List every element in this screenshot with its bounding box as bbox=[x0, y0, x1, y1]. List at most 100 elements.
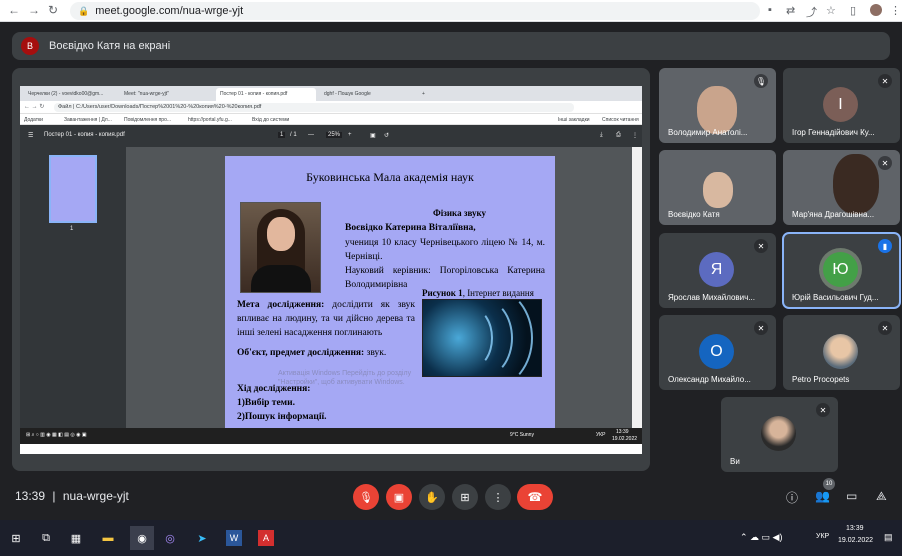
reload-icon[interactable]: ↻ bbox=[48, 3, 58, 17]
participant-tile[interactable]: 🎙 Володимир Анатолі... bbox=[659, 68, 776, 143]
meeting-code[interactable]: nua-wrge-yjt bbox=[63, 489, 129, 503]
people-icon[interactable]: 👥 bbox=[815, 489, 830, 503]
taskbar-lang[interactable]: УКР bbox=[816, 533, 829, 540]
participant-name: Ярослав Михайлович... bbox=[668, 293, 755, 302]
pdf-filename: Постер 01 - копия - копия.pdf bbox=[44, 132, 125, 138]
camera-icon[interactable]: ▪ bbox=[768, 4, 772, 16]
activation-watermark: Активація Windows Перейдіть до розділу "… bbox=[278, 370, 412, 386]
menu-icon[interactable]: ⋮ bbox=[890, 4, 901, 17]
participant-name: Petro Procopets bbox=[792, 375, 850, 384]
forward-icon[interactable]: → bbox=[28, 3, 40, 17]
bookmark[interactable]: Вхід до системи bbox=[252, 117, 289, 123]
figure-caption-text: , Інтернет видання bbox=[462, 288, 534, 298]
participant-tile[interactable]: Воєвідко Катя bbox=[659, 150, 776, 225]
chrome-taskbar-icon[interactable]: ◉ bbox=[130, 526, 154, 550]
poster-subtitle: Фізика звуку bbox=[433, 208, 487, 218]
inner-time: 13:39 bbox=[616, 429, 629, 435]
word-icon[interactable]: W bbox=[226, 530, 242, 546]
inner-address-bar[interactable]: Файл | C:/Users/user/Downloads/Постер%20… bbox=[54, 103, 574, 112]
participant-tile-self[interactable]: ✕ Ви bbox=[721, 397, 838, 472]
bookmark[interactable]: Додатки bbox=[24, 117, 43, 123]
bookmark[interactable]: https://portal.yfu.g... bbox=[188, 117, 232, 123]
zoom-out-icon[interactable]: — bbox=[308, 132, 314, 138]
participant-tile[interactable]: О ✕ Олександр Михайло... bbox=[659, 315, 776, 390]
participant-photo bbox=[823, 334, 858, 369]
inner-tab[interactable]: Meet: "nua-wrge-yjt" bbox=[120, 88, 212, 101]
print-icon[interactable]: ⎙ bbox=[616, 132, 621, 139]
address-bar[interactable]: 🔒 meet.google.com/nua-wrge-yjt bbox=[70, 2, 760, 20]
leave-call-button[interactable]: ☎ bbox=[517, 484, 553, 510]
notifications-icon[interactable]: ▤ bbox=[884, 532, 893, 543]
activities-icon[interactable]: ⟁ bbox=[876, 489, 887, 504]
star-icon[interactable]: ☆ bbox=[826, 4, 836, 17]
new-tab-icon[interactable]: + bbox=[418, 88, 428, 101]
presenting-banner: В Воєвідко Катя на екрані bbox=[12, 32, 890, 60]
pdf-zoom[interactable]: 25% bbox=[326, 132, 343, 138]
pdf-menu-icon[interactable]: ☰ bbox=[28, 132, 33, 139]
participant-tile-speaking[interactable]: Ю ▮ Юрій Васильович Гуд... bbox=[782, 232, 901, 309]
chat-icon[interactable]: ▭ bbox=[846, 489, 857, 503]
presenter-avatar: В bbox=[21, 37, 39, 55]
present-button[interactable]: ⊞ bbox=[452, 484, 478, 510]
windows-start-icon[interactable]: ⊞ bbox=[8, 530, 24, 546]
inner-tab[interactable]: dghf - Пошук Google bbox=[320, 88, 412, 101]
viber-icon[interactable]: ◎ bbox=[162, 530, 178, 546]
mic-off-icon: ✕ bbox=[816, 403, 830, 417]
poster-page: Буковинська Мала академія наук Фізика зв… bbox=[225, 156, 555, 428]
meeting-time: 13:39 bbox=[15, 489, 46, 503]
participant-tile[interactable]: ✕ Мар'яна Драгошівна... bbox=[783, 150, 900, 225]
mic-off-icon: ✕ bbox=[878, 74, 892, 88]
more-icon: ⋮ bbox=[492, 491, 504, 504]
bookmark[interactable]: Завантаження | Дл... bbox=[64, 117, 112, 123]
inner-taskbar: ⊞ ⌕ ○ ▥ ◉ ▦ ◧ ▤ ◎ ◉ ▣ 9°C Sunny УКР 13:3… bbox=[20, 428, 642, 444]
taskbar-time: 13:39 bbox=[846, 525, 864, 532]
task-view-icon[interactable]: ⧉ bbox=[38, 530, 54, 546]
poster-object: Об'єкт, предмет дослідження: звук. bbox=[237, 346, 417, 360]
pdf-more-icon[interactable]: ⋮ bbox=[632, 132, 638, 139]
inner-tab[interactable]: Черчелки (2) - voevidko00@gm... bbox=[24, 88, 116, 101]
inner-address-row: ← → ↻ Файл | C:/Users/user/Downloads/Пос… bbox=[20, 101, 642, 114]
telegram-icon[interactable]: ➤ bbox=[194, 530, 210, 546]
participant-tile[interactable]: ✕ Petro Procopets bbox=[783, 315, 900, 390]
page-thumbnail[interactable] bbox=[49, 155, 97, 223]
rotate-icon[interactable]: ↺ bbox=[384, 132, 389, 139]
student-photo bbox=[240, 202, 321, 293]
participant-tile[interactable]: І ✕ Ігор Геннадійович Ку... bbox=[783, 68, 900, 143]
bookmark[interactable]: Повідомлення про... bbox=[124, 117, 171, 123]
camera-toggle-button[interactable]: ▣ bbox=[386, 484, 412, 510]
mic-off-icon: ✕ bbox=[878, 321, 892, 335]
store-icon[interactable]: ▦ bbox=[68, 530, 84, 546]
pdf-page-total: / 1 bbox=[290, 132, 297, 138]
raise-hand-button[interactable]: ✋ bbox=[419, 484, 445, 510]
poster-title: Буковинська Мала академія наук bbox=[306, 170, 474, 184]
download-icon[interactable]: ⤓ bbox=[600, 132, 603, 139]
tray-icons[interactable]: ⌃ ☁ ▭ ◀) bbox=[740, 532, 782, 543]
inner-tab-active[interactable]: Постер 01 - копия - копия.pdf bbox=[216, 88, 316, 101]
participant-tile[interactable]: Я ✕ Ярослав Михайлович... bbox=[659, 233, 776, 308]
pdf-page-input[interactable]: 1 bbox=[278, 132, 286, 138]
participant-video bbox=[697, 86, 737, 134]
participant-name: Юрій Васильович Гуд... bbox=[792, 293, 879, 302]
more-options-button[interactable]: ⋮ bbox=[485, 484, 511, 510]
pdf-scrollbar[interactable] bbox=[632, 147, 642, 428]
goal-label: Мета дослідження: bbox=[237, 300, 325, 310]
mic-off-icon: ✕ bbox=[754, 239, 768, 253]
bookmark[interactable]: Інші закладки bbox=[558, 117, 590, 123]
fit-page-icon[interactable]: ▣ bbox=[370, 132, 376, 139]
translate-icon[interactable]: ⇄ bbox=[786, 4, 795, 17]
mic-toggle-button[interactable]: 🎙 bbox=[353, 484, 379, 510]
info-icon[interactable]: ⓘ bbox=[786, 489, 798, 506]
acrobat-icon[interactable]: A bbox=[258, 530, 274, 546]
file-explorer-icon[interactable]: ▬ bbox=[100, 530, 116, 546]
inner-nav-icons[interactable]: ← → ↻ bbox=[24, 103, 44, 110]
profile-avatar[interactable] bbox=[870, 4, 882, 16]
bookmark[interactable]: Список читання bbox=[602, 117, 639, 123]
back-icon[interactable]: ← bbox=[8, 3, 20, 17]
shared-browser-window: Черчелки (2) - voevidko00@gm... Meet: "n… bbox=[20, 86, 642, 454]
zoom-in-icon[interactable]: + bbox=[348, 132, 352, 138]
share-icon[interactable]: ⤴ bbox=[806, 4, 817, 20]
mic-off-icon: 🎙 bbox=[359, 491, 373, 504]
sidepanel-icon[interactable]: ▯ bbox=[850, 4, 856, 17]
inner-start-icon[interactable]: ⊞ ⌕ ○ ▥ ◉ ▦ ◧ ▤ ◎ ◉ ▣ bbox=[26, 432, 87, 438]
inner-bookmarks-bar: Додатки Завантаження | Дл... Повідомленн… bbox=[20, 114, 642, 125]
